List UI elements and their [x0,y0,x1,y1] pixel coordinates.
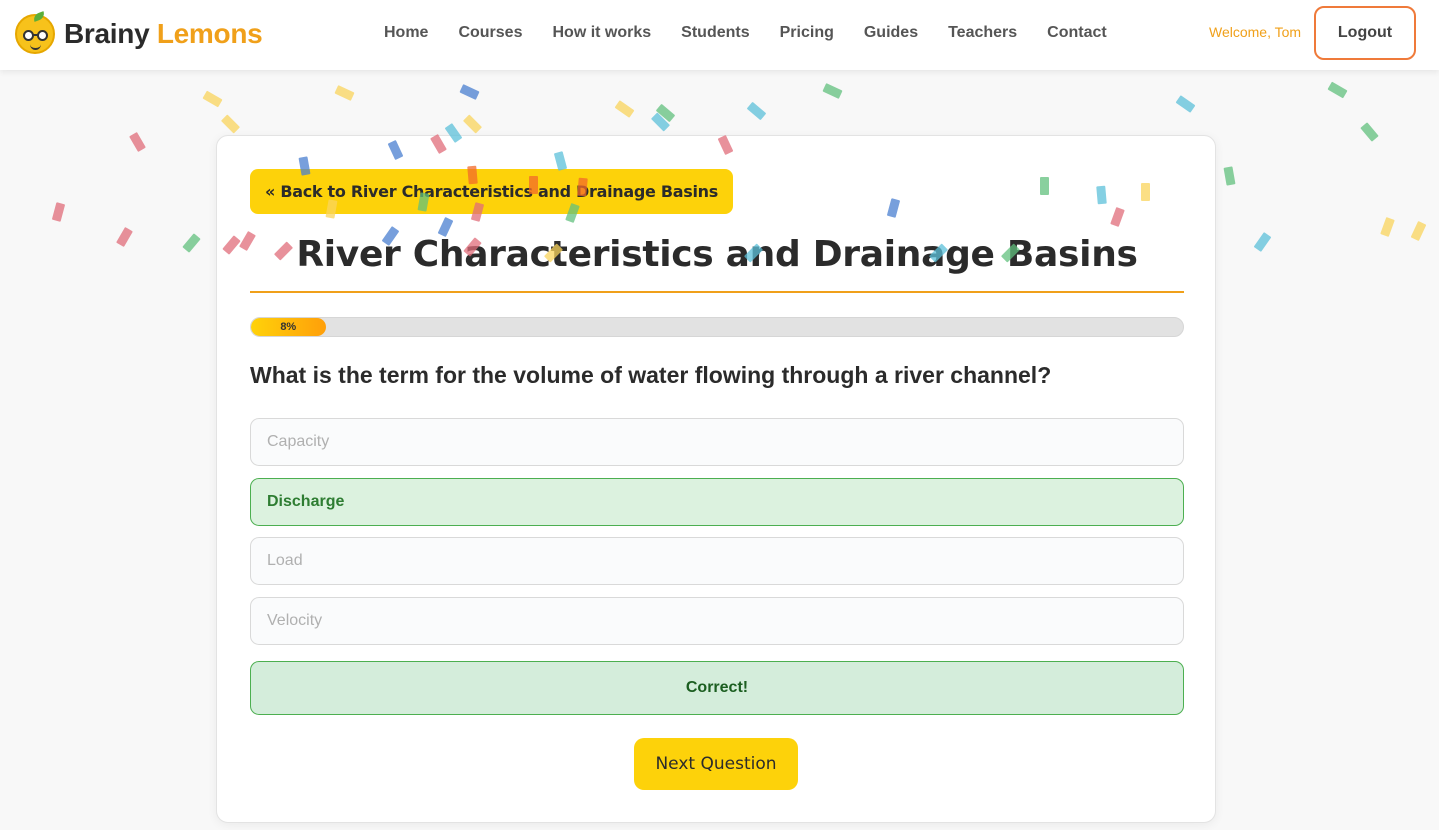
confetti-piece [1380,217,1395,237]
quiz-card: « Back to River Characteristics and Drai… [216,135,1216,823]
main-nav: Home Courses How it works Students Prici… [369,0,1122,66]
answer-option-capacity[interactable]: Capacity [250,418,1184,466]
nav-how-it-works[interactable]: How it works [537,24,666,42]
progress-label: 8% [280,321,297,333]
confetti-piece [116,226,133,248]
confetti-piece [1360,122,1379,142]
confetti-piece [1253,232,1272,252]
confetti-piece [1327,81,1348,99]
logout-button[interactable]: Logout [1314,6,1416,60]
confetti-piece [614,100,635,118]
welcome-text: Welcome, Tom [1209,24,1302,40]
progress-bar: 8% [250,317,1184,337]
answer-option-discharge[interactable]: Discharge [250,478,1184,526]
nav-courses[interactable]: Courses [443,24,537,42]
confetti-piece [1410,220,1427,242]
confetti-piece [202,90,223,108]
answer-option-load[interactable]: Load [250,537,1184,585]
confetti-piece [1175,95,1196,113]
confetti-piece [655,103,676,123]
quiz-title: River Characteristics and Drainage Basin… [296,234,1138,275]
confetti-piece [182,233,201,253]
question-text: What is the term for the volume of water… [250,362,1052,388]
next-question-button[interactable]: Next Question [634,738,798,790]
logo-word-brainy: Brainy [64,18,150,49]
confetti-piece [1223,166,1236,186]
logo-word-lemons: Lemons [156,18,263,49]
nav-contact[interactable]: Contact [1032,24,1122,42]
confetti-piece [51,202,66,222]
nav-guides[interactable]: Guides [849,24,933,42]
confetti-piece [462,114,483,134]
back-to-topic-button[interactable]: « Back to River Characteristics and Drai… [250,169,733,214]
progress-bar-fill: 8% [251,318,326,336]
confetti-piece [334,85,355,101]
confetti-piece [650,112,671,132]
confetti-piece [822,83,843,99]
lemon-logo-icon [15,11,55,54]
nav-home[interactable]: Home [369,24,443,42]
top-header: Brainy Lemons Home Courses How it works … [0,0,1439,70]
nav-teachers[interactable]: Teachers [933,24,1032,42]
nav-pricing[interactable]: Pricing [765,24,849,42]
logo-text: Brainy Lemons [64,18,263,50]
nav-students[interactable]: Students [666,24,764,42]
confetti-piece [459,84,480,100]
confetti-piece [746,101,767,121]
confetti-piece [129,131,146,153]
title-divider [250,291,1184,293]
site-logo[interactable]: Brainy Lemons [15,11,263,56]
feedback-correct: Correct! [250,661,1184,715]
answer-option-velocity[interactable]: Velocity [250,597,1184,645]
confetti-piece [220,114,241,134]
